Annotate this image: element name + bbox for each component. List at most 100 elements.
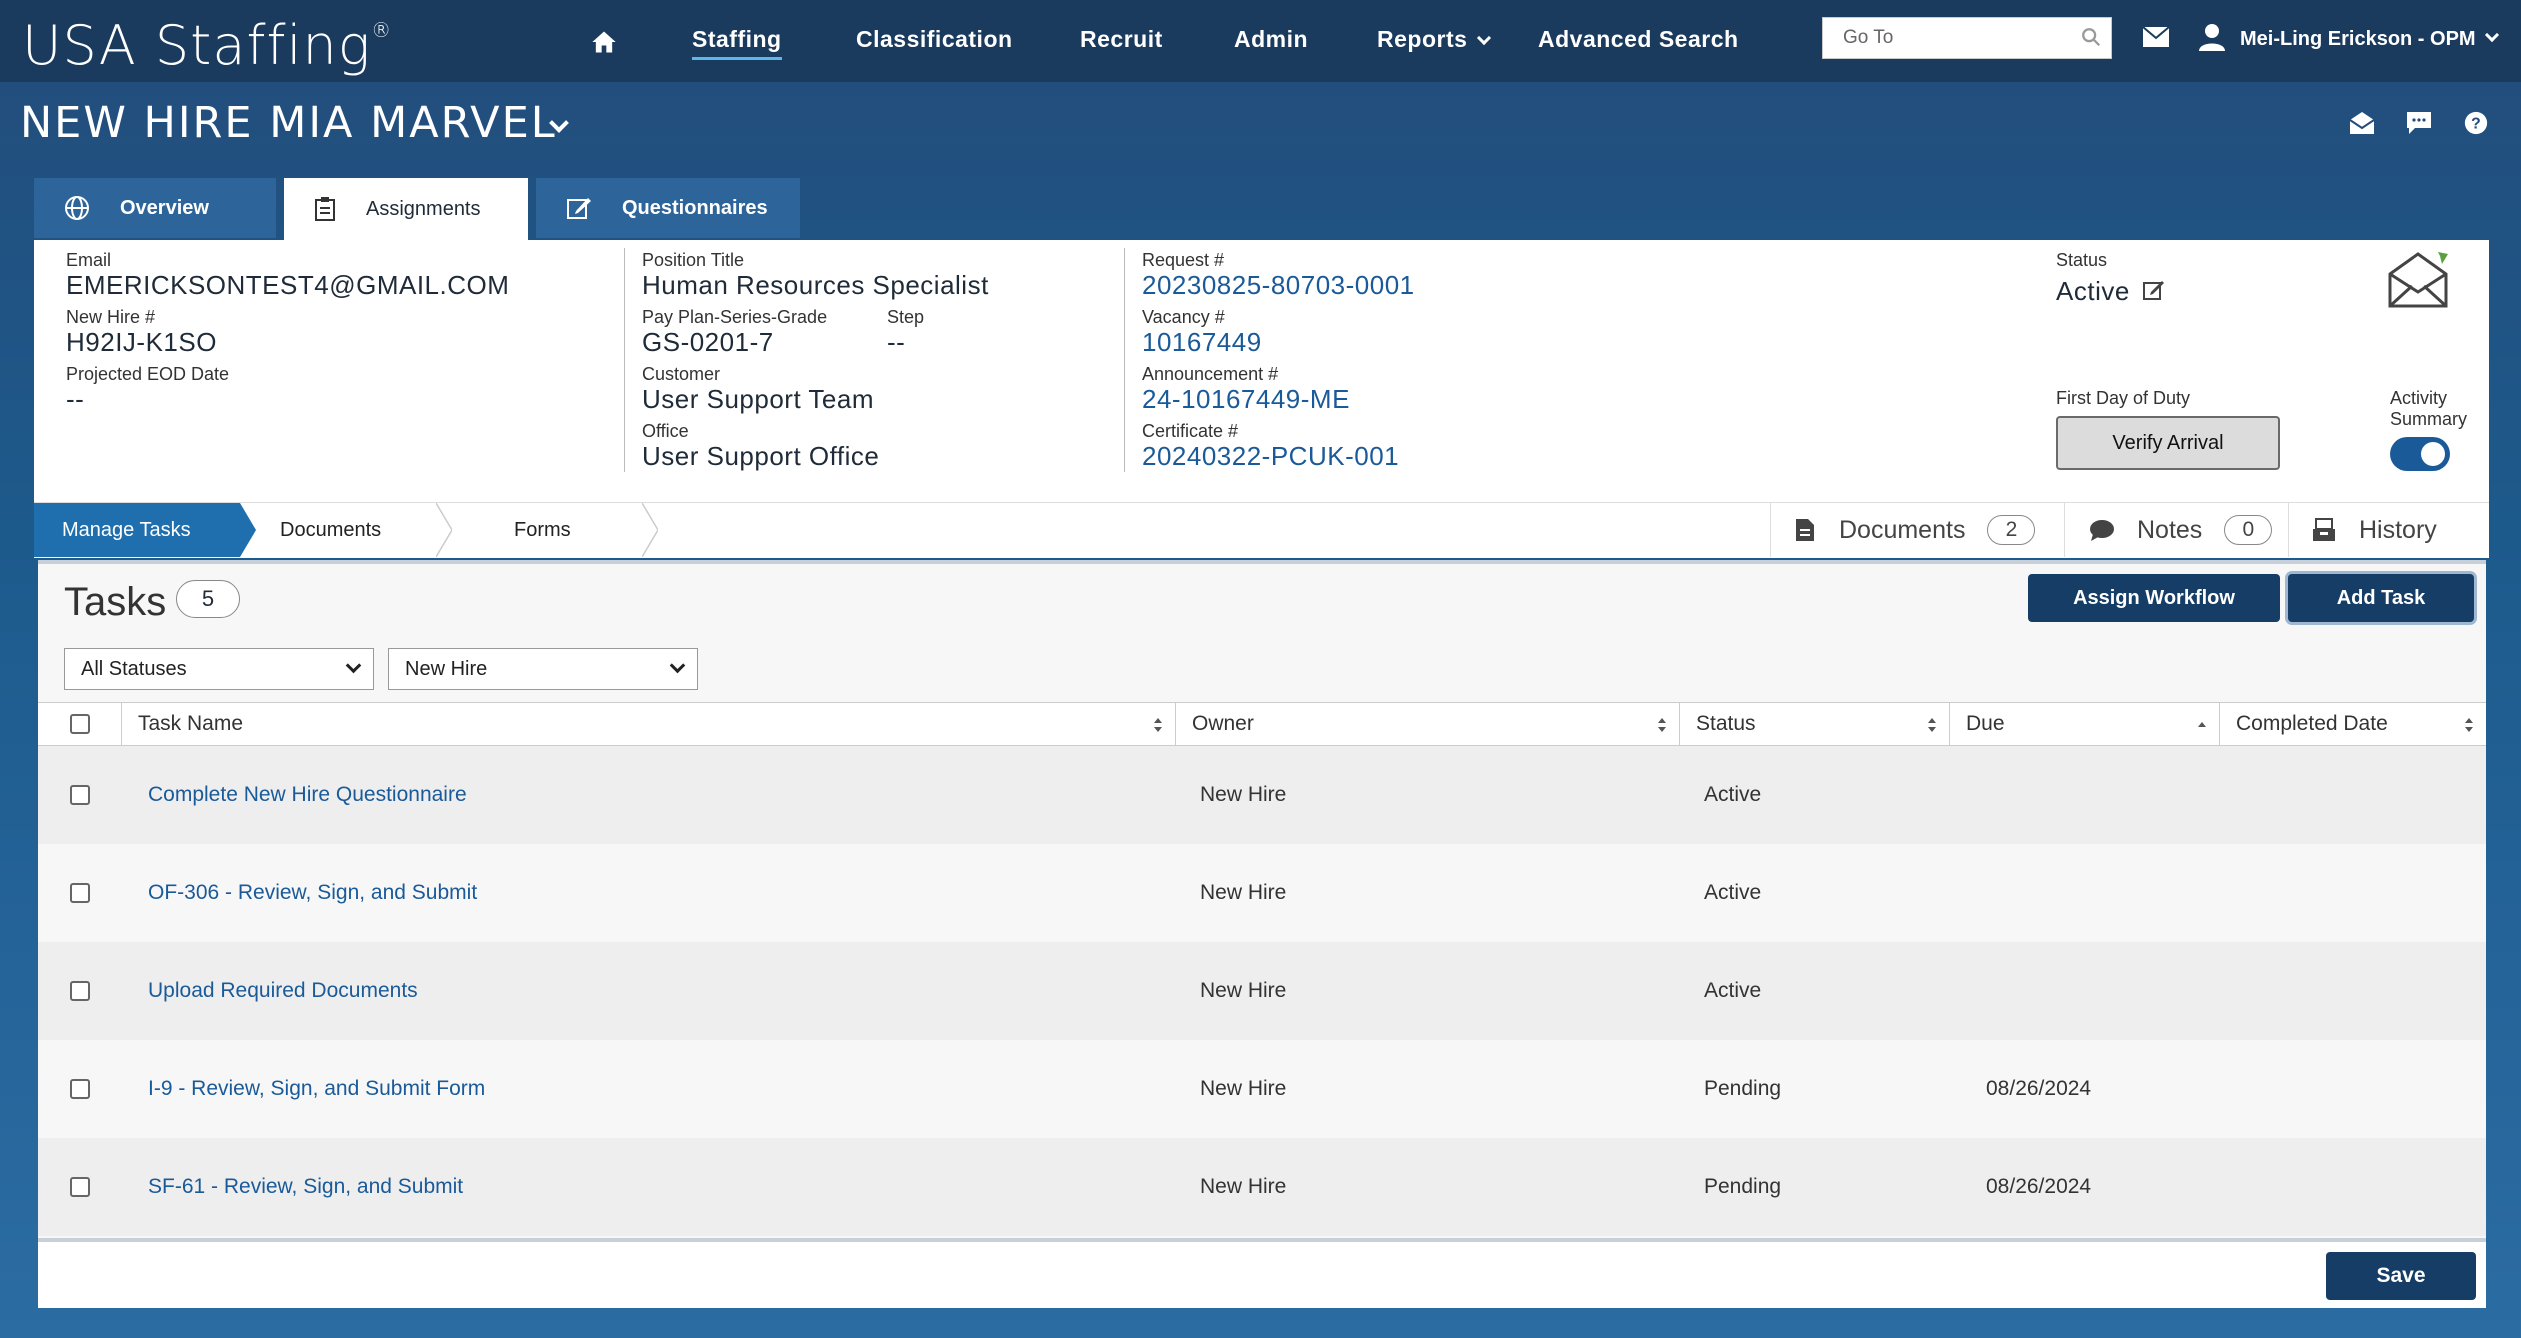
logo-text: USA Staffing	[22, 14, 372, 77]
user-name[interactable]: Mei-Ling Erickson - OPM	[2240, 28, 2476, 51]
task-owner: New Hire	[1200, 783, 1287, 806]
office-value: User Support Office	[642, 441, 880, 471]
col-completed-date[interactable]: Completed Date	[2220, 703, 2486, 745]
customer-label: Customer	[642, 364, 721, 384]
task-name-link[interactable]: OF-306 - Review, Sign, and Submit	[148, 844, 477, 942]
task-name-link[interactable]: Complete New Hire Questionnaire	[148, 746, 467, 844]
logo-registered-mark: ®	[371, 18, 393, 42]
footer-bar: Save	[38, 1238, 2486, 1308]
nav-reports[interactable]: Reports	[1377, 26, 1492, 53]
row-checkbox[interactable]	[70, 1079, 90, 1099]
envelope-open-icon[interactable]	[2348, 110, 2376, 136]
sort-ascending-icon	[2198, 722, 2206, 727]
col-status-label: Status	[1696, 712, 1756, 735]
tasks-table-header: Task Name Owner Status Due Completed Dat…	[38, 702, 2486, 746]
mail-icon[interactable]	[2142, 26, 2170, 48]
newhire-value: H92IJ-K1SO	[66, 327, 217, 357]
nav-staffing[interactable]: Staffing	[692, 26, 782, 60]
status-label: Status	[2056, 250, 2108, 270]
new-hire-info-panel: Email EMERICKSONTEST4@GMAIL.COM New Hire…	[34, 240, 2489, 502]
grade-value: GS-0201-7	[642, 327, 774, 357]
breadcrumb-arrow	[436, 503, 452, 557]
task-due: 08/26/2024	[1986, 1175, 2092, 1198]
col-owner[interactable]: Owner	[1176, 703, 1680, 745]
crumb-forms[interactable]: Forms	[514, 503, 571, 557]
user-chevron-down-icon[interactable]	[2484, 27, 2500, 43]
col-owner-label: Owner	[1192, 712, 1254, 735]
history-label: History	[2359, 515, 2437, 544]
row-checkbox[interactable]	[70, 1177, 90, 1197]
nav-classification[interactable]: Classification	[856, 26, 1013, 53]
assign-workflow-button[interactable]: Assign Workflow	[2028, 574, 2280, 622]
row-checkbox-cell	[70, 1138, 90, 1236]
owner-filter-select[interactable]: New Hire	[388, 648, 698, 690]
table-row[interactable]: Complete New Hire Questionnaire New Hire…	[38, 746, 2486, 844]
clipboard-icon	[315, 197, 335, 221]
table-row[interactable]: OF-306 - Review, Sign, and Submit New Hi…	[38, 844, 2486, 942]
vacancy-link[interactable]: 10167449	[1142, 327, 1262, 358]
nav-reports-label: Reports	[1377, 26, 1468, 52]
table-row[interactable]: I-9 - Review, Sign, and Submit Form New …	[38, 1040, 2486, 1138]
sort-icon	[1658, 718, 1666, 732]
tab-questionnaires[interactable]: Questionnaires	[536, 178, 800, 238]
row-checkbox[interactable]	[70, 981, 90, 1001]
user-icon[interactable]	[2198, 22, 2226, 52]
table-row[interactable]: Upload Required Documents New Hire Activ…	[38, 942, 2486, 1040]
home-icon[interactable]	[590, 28, 618, 56]
row-checkbox-cell	[70, 1040, 90, 1138]
tab-overview[interactable]: Overview	[34, 178, 276, 238]
tab-assignments[interactable]: Assignments	[284, 178, 528, 240]
crumb-manage-tasks[interactable]: Manage Tasks	[34, 503, 240, 557]
column-divider	[624, 248, 625, 472]
table-row[interactable]: SF-61 - Review, Sign, and Submit New Hir…	[38, 1138, 2486, 1236]
customer-value: User Support Team	[642, 384, 875, 414]
notes-panel-button[interactable]: Notes 0	[2064, 503, 2288, 557]
documents-label: Documents	[1839, 515, 1966, 544]
activity-summary-label-1: Activity	[2390, 388, 2448, 408]
eod-label: Projected EOD Date	[66, 364, 230, 384]
announcement-link[interactable]: 24-10167449-ME	[1142, 384, 1350, 415]
usa-staffing-logo[interactable]: USA Staffing®	[22, 14, 392, 77]
row-checkbox[interactable]	[70, 785, 90, 805]
history-panel-button[interactable]: History	[2288, 503, 2489, 557]
search-icon[interactable]	[2080, 26, 2102, 48]
notes-label: Notes	[2137, 515, 2203, 544]
page-title: NEW HIRE MIA MARVEL	[20, 98, 557, 148]
crumb-documents[interactable]: Documents	[280, 503, 381, 557]
position-label: Position Title	[642, 250, 745, 270]
col-status[interactable]: Status	[1680, 703, 1950, 745]
verify-arrival-button[interactable]: Verify Arrival	[2056, 416, 2280, 470]
task-status: Active	[1704, 881, 1762, 904]
fdod-label: First Day of Duty	[2056, 388, 2191, 408]
nav-recruit[interactable]: Recruit	[1080, 26, 1163, 53]
certificate-link[interactable]: 20240322-PCUK-001	[1142, 441, 1399, 472]
chat-icon[interactable]	[2405, 110, 2433, 136]
col-task-name-label: Task Name	[138, 712, 244, 735]
add-task-button[interactable]: Add Task	[2288, 574, 2474, 622]
save-button[interactable]: Save	[2326, 1252, 2476, 1300]
eod-value: --	[66, 384, 85, 414]
select-all-checkbox[interactable]	[69, 714, 90, 734]
email-value: EMERICKSONTEST4@GMAIL.COM	[66, 270, 510, 300]
nav-advanced-search[interactable]: Advanced Search	[1538, 26, 1739, 53]
help-icon[interactable]: ?	[2462, 110, 2490, 136]
task-name-link[interactable]: SF-61 - Review, Sign, and Submit	[148, 1138, 463, 1236]
goto-input[interactable]	[1822, 17, 2112, 59]
sub-nav: Manage Tasks Documents Forms Documents 2…	[34, 502, 2489, 558]
task-name-link[interactable]: I-9 - Review, Sign, and Submit Form	[148, 1040, 485, 1138]
request-link[interactable]: 20230825-80703-0001	[1142, 270, 1415, 301]
nav-admin[interactable]: Admin	[1234, 26, 1308, 53]
grade-label: Pay Plan-Series-Grade	[642, 307, 828, 327]
task-name-link[interactable]: Upload Required Documents	[148, 942, 418, 1040]
documents-panel-button[interactable]: Documents 2	[1770, 503, 2064, 557]
envelope-arrow-icon[interactable]	[2386, 250, 2450, 310]
step-value: --	[887, 327, 906, 357]
activity-summary-toggle[interactable]	[2390, 437, 2450, 471]
col-due[interactable]: Due	[1950, 703, 2220, 745]
col-task-name[interactable]: Task Name	[122, 703, 1176, 745]
row-checkbox[interactable]	[70, 883, 90, 903]
status-value: Active	[2056, 276, 2130, 306]
task-owner: New Hire	[1200, 881, 1287, 904]
edit-status-icon[interactable]	[2142, 278, 2166, 302]
status-filter-select[interactable]: All Statuses	[64, 648, 374, 690]
